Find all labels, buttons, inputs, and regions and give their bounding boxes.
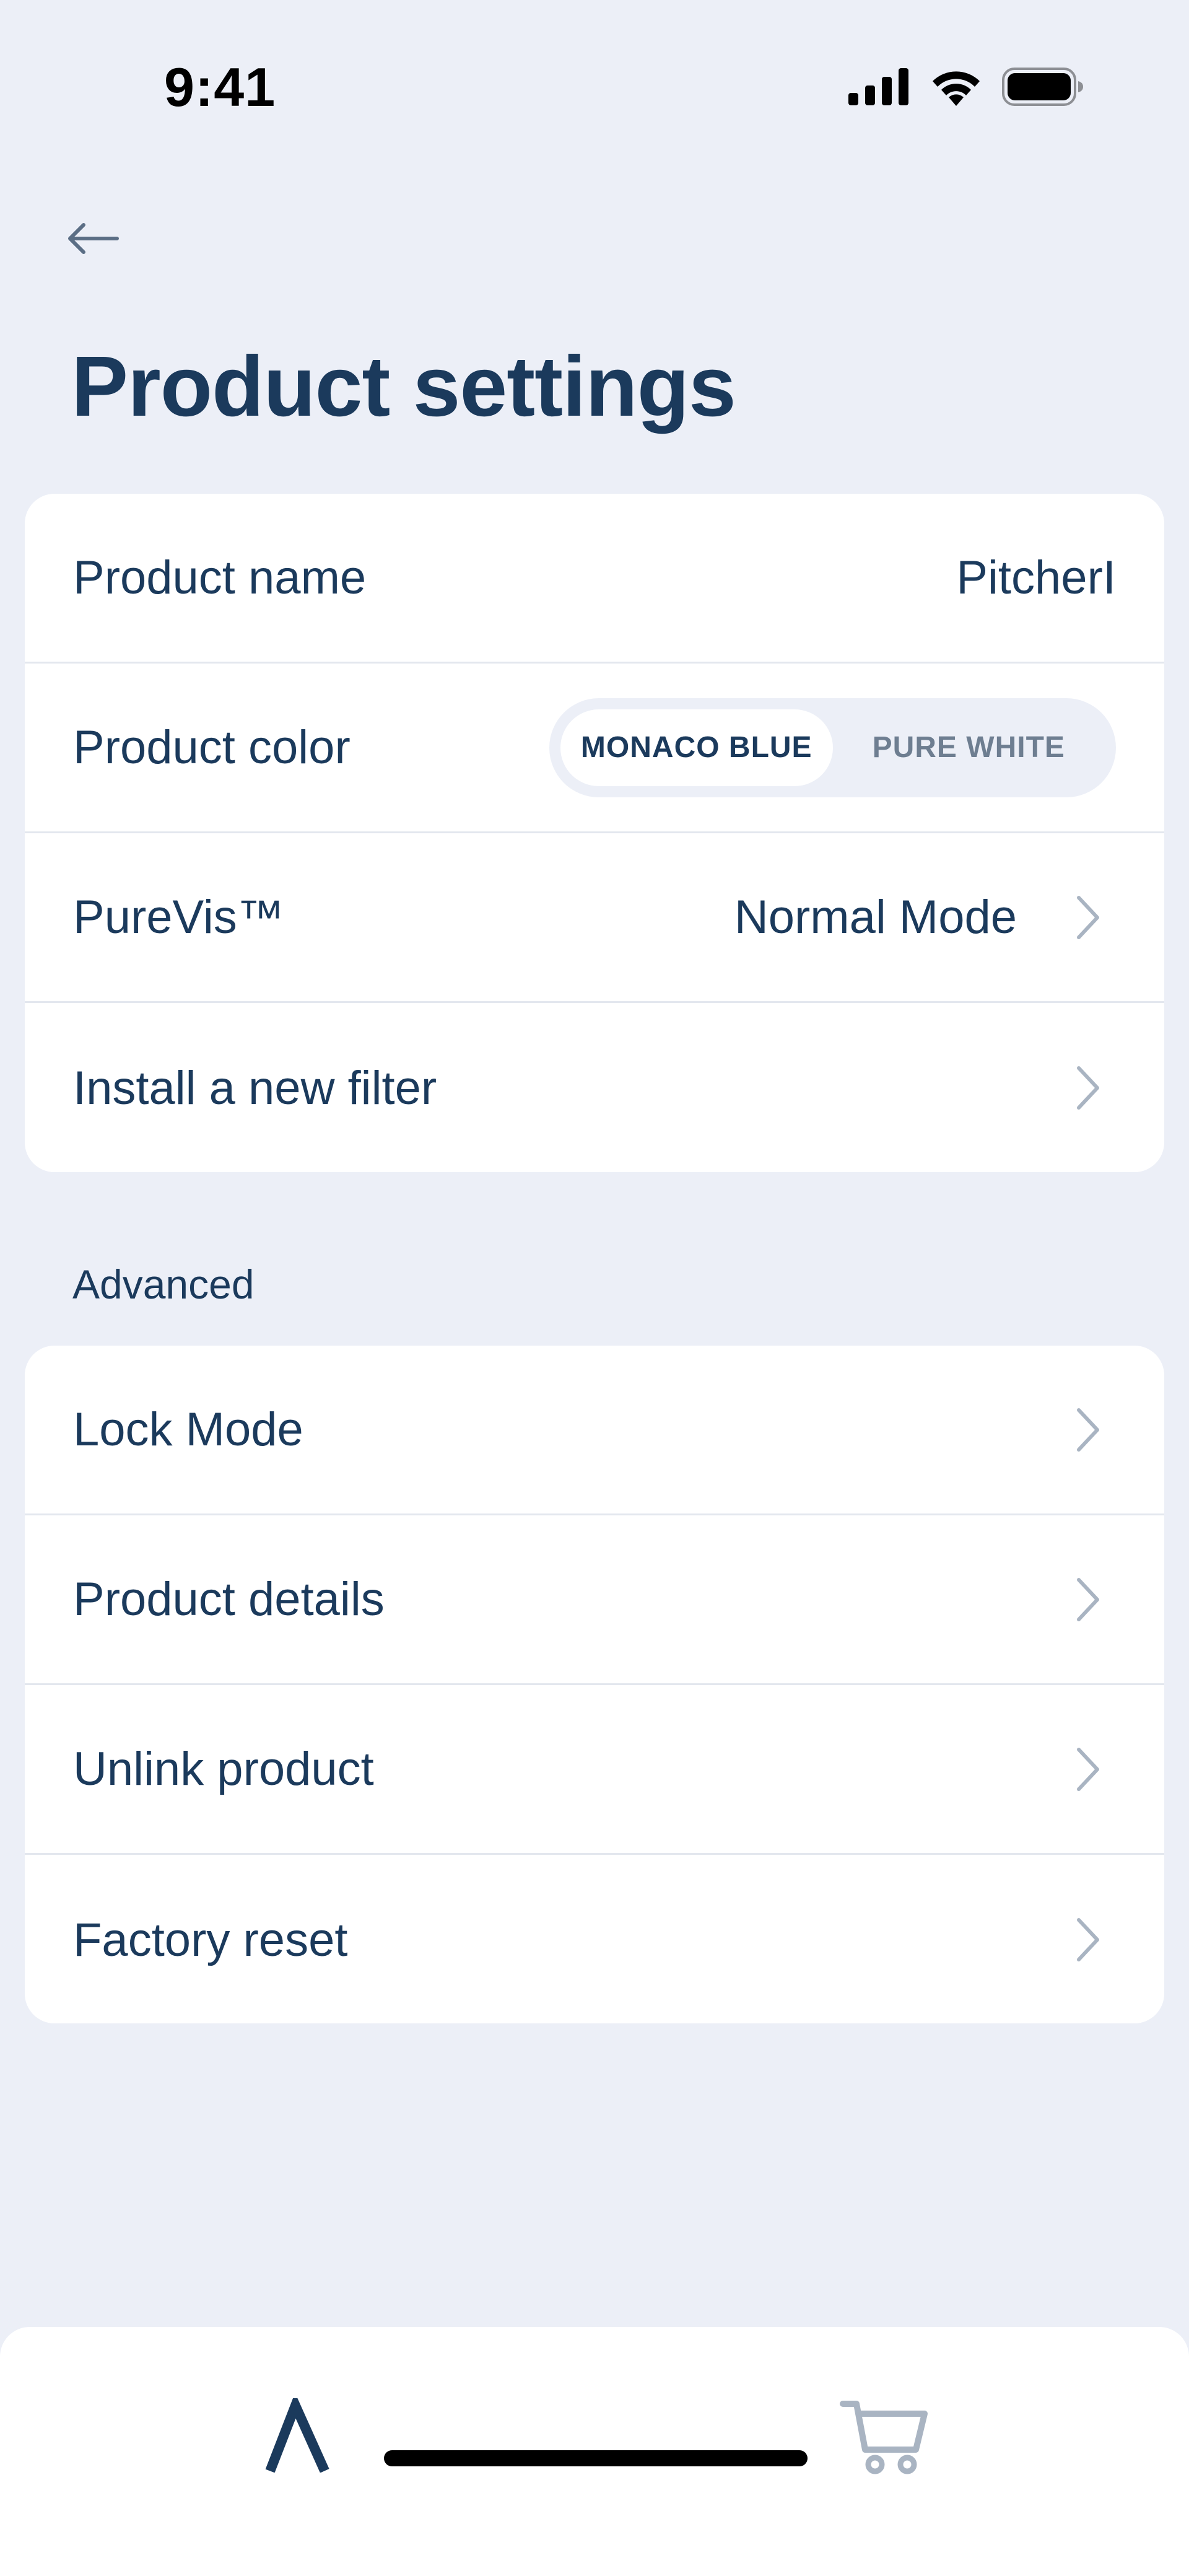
product-color-segmented-control: MONACO BLUE PURE WHITE: [549, 698, 1116, 797]
unlink-product-row[interactable]: Unlink product: [25, 1685, 1164, 1855]
product-name-row[interactable]: Product name PitcherI: [25, 494, 1164, 664]
chevron-right-icon: [1077, 1066, 1099, 1110]
chevron-right-icon: [1077, 1918, 1099, 1961]
product-color-label: Product color: [73, 721, 351, 774]
purevis-label: PureVis™: [73, 891, 284, 944]
signal-icon: [848, 68, 908, 105]
chevron-right-icon: [1077, 1577, 1099, 1621]
tab-shop[interactable]: [824, 2386, 947, 2485]
purevis-value: Normal Mode: [734, 891, 1017, 944]
page-title: Product settings: [71, 339, 736, 434]
status-time: 9:41: [164, 56, 276, 118]
battery-icon: [1002, 68, 1083, 106]
settings-card: Product name PitcherI Product color MONA…: [25, 494, 1164, 1172]
chevron-right-icon: [1077, 895, 1099, 939]
status-icons: [848, 62, 1084, 112]
advanced-card: Lock Mode Product details Unlink product…: [25, 1346, 1164, 2023]
product-color-row: Product color MONACO BLUE PURE WHITE: [25, 664, 1164, 833]
factory-reset-label: Factory reset: [73, 1913, 348, 1966]
segment-monaco-blue[interactable]: MONACO BLUE: [560, 709, 833, 786]
wifi-icon: [933, 71, 980, 106]
chevron-right-icon: [1077, 1747, 1099, 1791]
lambda-icon: [265, 2398, 329, 2473]
unlink-product-label: Unlink product: [73, 1743, 374, 1795]
install-filter-row[interactable]: Install a new filter: [25, 1003, 1164, 1172]
product-name-value: PitcherI: [956, 551, 1116, 604]
install-filter-label: Install a new filter: [73, 1061, 437, 1115]
tab-home[interactable]: [235, 2386, 359, 2485]
product-details-label: Product details: [73, 1573, 385, 1626]
product-details-row[interactable]: Product details: [25, 1515, 1164, 1685]
factory-reset-row[interactable]: Factory reset: [25, 1855, 1164, 2023]
back-button[interactable]: [65, 214, 127, 263]
lock-mode-label: Lock Mode: [73, 1403, 303, 1456]
purevis-row[interactable]: PureVis™ Normal Mode: [25, 833, 1164, 1003]
lock-mode-row[interactable]: Lock Mode: [25, 1346, 1164, 1515]
product-name-label: Product name: [73, 551, 367, 604]
chevron-right-icon: [1077, 1408, 1099, 1452]
segment-pure-white[interactable]: PURE WHITE: [833, 709, 1105, 786]
status-bar: 9:41: [0, 0, 1189, 173]
arrow-left-icon: [68, 223, 119, 254]
advanced-section-header: Advanced: [72, 1261, 255, 1307]
home-indicator: [384, 2450, 808, 2466]
cart-icon: [840, 2401, 928, 2474]
